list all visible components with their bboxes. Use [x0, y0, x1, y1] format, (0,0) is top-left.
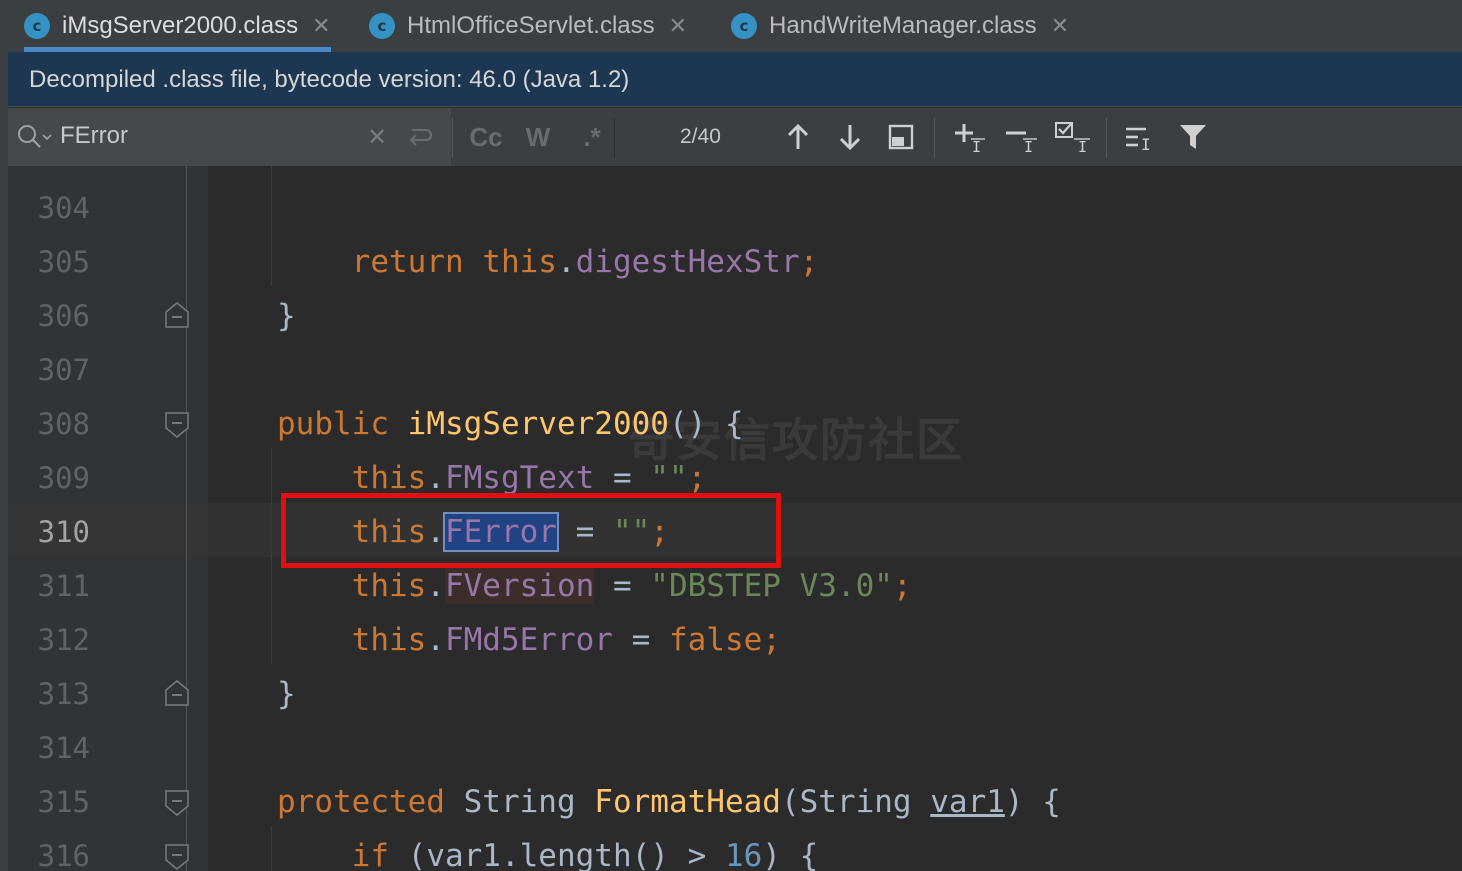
code-line-316: if (var1.length() > 16) { [351, 838, 819, 871]
close-icon[interactable]: ✕ [669, 13, 687, 39]
select-all-occurrences-icon[interactable]: I [1054, 120, 1094, 154]
code-editor[interactable]: 304 305 306 307 308 309 310 311 312 313 … [8, 166, 1462, 871]
left-tool-strip [0, 0, 8, 871]
line-number: 304 [37, 191, 90, 225]
code-line-313: } [277, 676, 296, 712]
tab-label: HtmlOfficeServlet.class [407, 12, 655, 39]
filter-icon[interactable] [1178, 122, 1210, 152]
tab-label: iMsgServer2000.class [62, 12, 299, 39]
tab-htmlofficeservlet[interactable]: c HtmlOfficeServlet.class ✕ [369, 0, 687, 52]
fold-end-icon[interactable] [165, 302, 189, 328]
line-number: 315 [37, 785, 90, 819]
fold-start-icon[interactable] [165, 844, 189, 870]
close-icon[interactable]: ✕ [312, 13, 330, 39]
code-line-305: return this.digestHexStr; [351, 244, 819, 280]
divider [934, 118, 935, 158]
search-icon[interactable] [16, 123, 52, 151]
line-number: 311 [37, 569, 90, 603]
svg-text:I: I [1141, 135, 1151, 152]
svg-text:I: I [1078, 138, 1087, 154]
line-number: 307 [37, 353, 90, 387]
filter-results-icon[interactable]: I [1124, 124, 1156, 152]
line-number: 314 [37, 731, 90, 765]
line-number: 309 [37, 461, 90, 495]
find-toolbar: FError ✕ Cc W .* 2/40 I I I I [8, 108, 1462, 167]
annotation-red-box [281, 493, 781, 568]
words-icon[interactable]: W [522, 108, 554, 166]
line-number: 305 [37, 245, 90, 279]
line-number-current: 310 [37, 515, 90, 549]
code-line-306: } [277, 298, 296, 334]
match-case-icon[interactable]: Cc [468, 108, 504, 166]
remove-occurrence-icon[interactable]: I [1004, 122, 1040, 154]
tab-handwritemanager[interactable]: c HandWriteManager.class ✕ [731, 0, 1069, 52]
line-number: 308 [37, 407, 90, 441]
indent-guide [271, 826, 272, 871]
add-occurrence-icon[interactable]: I [952, 122, 988, 154]
fold-line [186, 166, 187, 871]
code-line-315: protected String FormatHead(String var1)… [277, 784, 1061, 820]
decompiled-banner: Decompiled .class file, bytecode version… [8, 52, 1462, 107]
watermark: 奇安信攻防社区 [628, 413, 964, 467]
divider [1106, 118, 1107, 158]
code-line-312: this.FMd5Error = false; [351, 622, 781, 658]
svg-text:I: I [1024, 138, 1033, 154]
class-icon: c [731, 13, 757, 39]
divider [614, 118, 615, 158]
divider [452, 118, 453, 158]
search-input[interactable]: FError [60, 108, 128, 164]
line-number: 306 [37, 299, 90, 333]
next-occurrence-icon[interactable] [838, 122, 862, 152]
tab-imsgserver2000[interactable]: c iMsgServer2000.class ✕ [24, 0, 331, 52]
fold-end-icon[interactable] [165, 680, 189, 706]
close-icon[interactable]: ✕ [1051, 13, 1069, 39]
fold-start-icon[interactable] [165, 790, 189, 816]
class-icon: c [24, 13, 50, 39]
search-field[interactable]: FError ✕ [8, 108, 451, 166]
match-counter: 2/40 [680, 125, 721, 148]
indent-guide [271, 448, 272, 664]
fold-start-icon[interactable] [165, 412, 189, 438]
new-line-icon[interactable] [406, 124, 434, 150]
line-number: 312 [37, 623, 90, 657]
line-number: 313 [37, 677, 90, 711]
class-icon: c [369, 13, 395, 39]
indent-guide [271, 166, 272, 286]
editor-tab-bar: c iMsgServer2000.class ✕ c HtmlOfficeSer… [8, 0, 1462, 52]
previous-occurrence-icon[interactable] [786, 122, 810, 152]
line-number: 316 [37, 839, 90, 871]
tab-label: HandWriteManager.class [769, 12, 1037, 39]
clear-search-icon[interactable]: ✕ [363, 108, 391, 166]
regex-icon[interactable]: .* [576, 108, 608, 166]
find-in-window-icon[interactable] [888, 124, 916, 150]
svg-text:I: I [972, 138, 981, 154]
